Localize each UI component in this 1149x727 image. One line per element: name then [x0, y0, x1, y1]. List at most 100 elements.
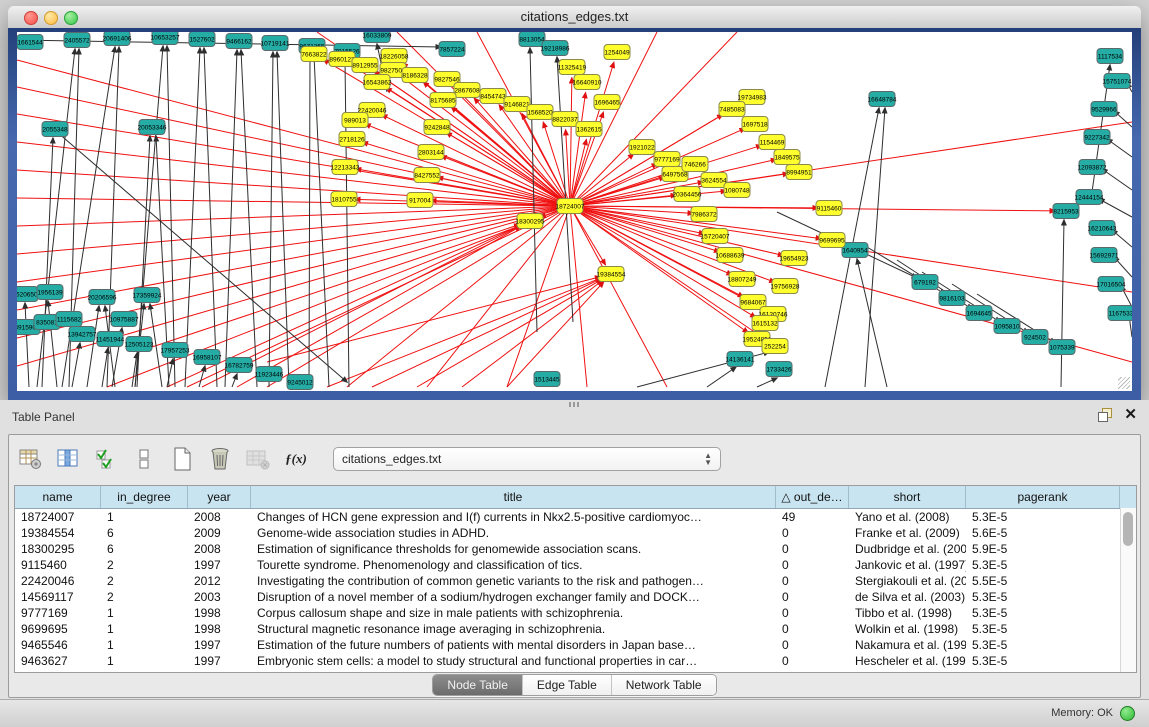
network-node[interactable]: 1527602	[189, 32, 215, 47]
network-node[interactable]: 17957253	[161, 343, 190, 358]
network-node[interactable]: 7986372	[691, 207, 717, 222]
window-titlebar[interactable]: citations_edges.txt	[8, 6, 1141, 29]
network-node[interactable]: 252254	[762, 339, 788, 354]
network-node[interactable]: 18300295	[516, 214, 545, 229]
table-row[interactable]: 911546021997Tourette syndrome. Phenomeno…	[15, 557, 1136, 573]
network-node[interactable]: 7857224	[439, 42, 465, 57]
column-header-title[interactable]: title	[251, 486, 776, 508]
table-row[interactable]: 1830029562008Estimation of significance …	[15, 541, 1136, 557]
network-node[interactable]: 1115682	[56, 312, 82, 327]
table-selector-dropdown[interactable]: citations_edges.txt ▲▼	[333, 447, 721, 471]
network-node[interactable]: 9245012	[287, 375, 313, 390]
memory-status-indicator[interactable]	[1120, 706, 1135, 721]
network-node[interactable]: 12093872	[1078, 160, 1107, 175]
network-node[interactable]: 13942757	[68, 327, 97, 342]
network-node[interactable]: 16782759	[225, 358, 254, 373]
scrollbar-thumb[interactable]	[1123, 512, 1133, 546]
network-node[interactable]: 1615132	[752, 316, 778, 331]
network-node[interactable]: 7485083	[719, 102, 745, 117]
network-node[interactable]: 9227342	[1084, 130, 1110, 145]
network-node[interactable]: 19218986	[541, 41, 570, 56]
column-header-pagerank[interactable]: pagerank	[966, 486, 1120, 508]
table-row[interactable]: 1456911722003Disruption of a novel membe…	[15, 589, 1136, 605]
network-node[interactable]: 12505123	[125, 337, 154, 352]
network-node[interactable]: 2055348	[42, 122, 68, 137]
network-node[interactable]: 20206596	[88, 290, 117, 305]
tab-node-table[interactable]: Node Table	[433, 675, 522, 695]
network-node[interactable]: 8186328	[402, 68, 428, 83]
network-node[interactable]: 9777169	[654, 152, 680, 167]
network-node[interactable]: 17359924	[133, 288, 162, 303]
table-row[interactable]: 946362711997Embryonic stem cells: a mode…	[15, 653, 1136, 669]
table-row[interactable]: 1938455462009Genome-wide association stu…	[15, 525, 1136, 541]
network-node[interactable]: 917004	[407, 193, 433, 208]
network-node[interactable]: 1568520	[527, 105, 553, 120]
panel-divider-grip[interactable]	[569, 402, 579, 407]
network-node[interactable]: 1694645	[966, 306, 992, 321]
column-header-year[interactable]: year	[188, 486, 251, 508]
network-node[interactable]: 18226058	[380, 49, 409, 64]
network-node[interactable]: 1733426	[766, 362, 792, 377]
select-all-icon[interactable]	[93, 446, 119, 472]
network-node[interactable]: 15751074	[1103, 74, 1132, 89]
network-node[interactable]: 1095810	[994, 319, 1020, 334]
network-node[interactable]: 8175685	[430, 93, 456, 108]
network-node[interactable]: 8454743	[480, 89, 506, 104]
network-node[interactable]: 16640910	[573, 75, 602, 90]
network-node[interactable]: 10719141	[261, 36, 290, 51]
network-node[interactable]: 2405572	[64, 33, 90, 48]
table-row[interactable]: 969969511998Structural magnetic resonanc…	[15, 621, 1136, 637]
function-builder-icon[interactable]: ƒ(x)	[283, 446, 309, 472]
close-panel-icon[interactable]: ✕	[1124, 408, 1137, 422]
network-node[interactable]: 1640954	[842, 243, 868, 258]
network-node[interactable]: 2867608	[454, 83, 480, 98]
network-node[interactable]: 8822037	[552, 112, 578, 127]
network-node[interactable]: 924502	[1022, 330, 1048, 345]
network-node[interactable]: 16543862	[363, 75, 392, 90]
tab-network-table[interactable]: Network Table	[611, 675, 716, 695]
network-node[interactable]: 8813054	[519, 32, 545, 47]
network-node[interactable]: 9115460	[816, 201, 842, 216]
table-mode-icon[interactable]	[17, 446, 43, 472]
network-node[interactable]: 1362615	[576, 122, 602, 137]
show-column-icon[interactable]	[55, 446, 81, 472]
network-node[interactable]: 9466162	[226, 34, 252, 49]
network-node[interactable]: 10975887	[110, 312, 139, 327]
network-node[interactable]: 20691406	[103, 32, 132, 46]
network-node[interactable]: 746266	[682, 157, 708, 172]
network-node[interactable]: 16033809	[363, 32, 392, 43]
table-vertical-scrollbar[interactable]	[1120, 508, 1136, 672]
network-node[interactable]: 10653257	[151, 32, 180, 45]
network-node[interactable]: 19384554	[597, 267, 626, 282]
table-row[interactable]: 977716911998Corpus callosum shape and si…	[15, 605, 1136, 621]
column-header-in_degree[interactable]: in_degree	[101, 486, 188, 508]
network-node[interactable]: 9529966	[1091, 102, 1117, 117]
network-node[interactable]: 20364456	[673, 187, 702, 202]
network-node[interactable]: 11325419	[558, 60, 587, 75]
network-node[interactable]: 1513445	[534, 372, 560, 387]
network-node[interactable]: 12213343	[331, 160, 360, 175]
network-node[interactable]: 1810755	[331, 192, 357, 207]
network-node[interactable]: 9146821	[504, 97, 530, 112]
deselect-all-icon[interactable]	[131, 446, 157, 472]
network-node[interactable]: 2803144	[418, 145, 444, 160]
table-row[interactable]: 946554611997Estimation of the future num…	[15, 637, 1136, 653]
tab-edge-table[interactable]: Edge Table	[522, 675, 611, 695]
network-node[interactable]: 3624554	[701, 173, 727, 188]
network-node[interactable]: 11451944	[96, 332, 125, 347]
network-node[interactable]: 1117534	[1097, 49, 1123, 64]
network-node[interactable]: 16648784	[868, 92, 897, 107]
network-node[interactable]: 19654923	[780, 251, 809, 266]
float-panel-icon[interactable]	[1098, 408, 1112, 422]
network-node[interactable]: 8912955	[352, 58, 378, 73]
table-row[interactable]: 1872400712008Changes of HCN gene express…	[15, 509, 1136, 525]
network-node[interactable]: 679192	[912, 275, 938, 290]
column-header-out_de[interactable]: △ out_de…	[776, 486, 849, 508]
column-header-short[interactable]: short	[849, 486, 966, 508]
network-node[interactable]: 17016504	[1097, 277, 1126, 292]
network-node[interactable]: 9242848	[424, 120, 450, 135]
network-node[interactable]: 16958107	[193, 350, 222, 365]
network-node[interactable]: 15692971	[1090, 248, 1119, 263]
network-node[interactable]: 8994951	[786, 165, 812, 180]
network-node[interactable]: 7663822	[301, 47, 327, 62]
